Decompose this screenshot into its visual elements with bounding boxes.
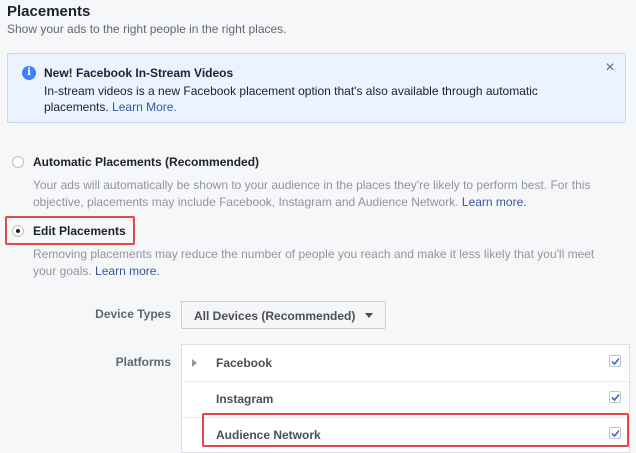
banner-learn-more-link[interactable]: Learn More. [112, 100, 177, 114]
edit-placements-label[interactable]: Edit Placements [33, 224, 126, 238]
edit-placements-radio[interactable] [12, 225, 24, 237]
edit-placements-learn-more-link[interactable]: Learn more. [95, 264, 160, 278]
checkmark-icon [611, 357, 620, 366]
automatic-placements-label[interactable]: Automatic Placements (Recommended) [33, 155, 259, 169]
automatic-placements-radio[interactable] [12, 156, 24, 168]
platform-name-facebook: Facebook [216, 356, 273, 370]
platforms-label: Platforms [115, 355, 171, 369]
banner-body: In-stream videos is a new Facebook place… [44, 83, 564, 115]
close-icon[interactable]: × [603, 60, 617, 76]
section-title: Placements [7, 3, 91, 20]
section-subtitle: Show your ads to the right people in the… [7, 22, 287, 36]
automatic-placements-learn-more-link[interactable]: Learn more. [462, 195, 527, 209]
chevron-down-icon [365, 313, 373, 318]
device-types-dropdown[interactable]: All Devices (Recommended) [181, 301, 386, 329]
info-banner: i New! Facebook In-Stream Videos In-stre… [7, 53, 626, 123]
edit-placements-description: Removing placements may reduce the numbe… [33, 246, 618, 280]
instagram-checkbox[interactable] [609, 391, 621, 403]
platform-row-facebook[interactable]: Facebook [182, 345, 629, 382]
audience-network-highlight [202, 413, 629, 447]
platform-name-instagram: Instagram [216, 392, 274, 406]
expand-arrow-icon[interactable] [192, 359, 197, 367]
checkmark-icon [611, 393, 620, 402]
automatic-placements-description: Your ads will automatically be shown to … [33, 177, 623, 211]
facebook-checkbox[interactable] [609, 355, 621, 367]
device-types-label: Device Types [95, 307, 171, 321]
device-types-selected: All Devices (Recommended) [194, 309, 356, 323]
info-icon: i [22, 66, 36, 80]
banner-title: New! Facebook In-Stream Videos [44, 66, 234, 80]
